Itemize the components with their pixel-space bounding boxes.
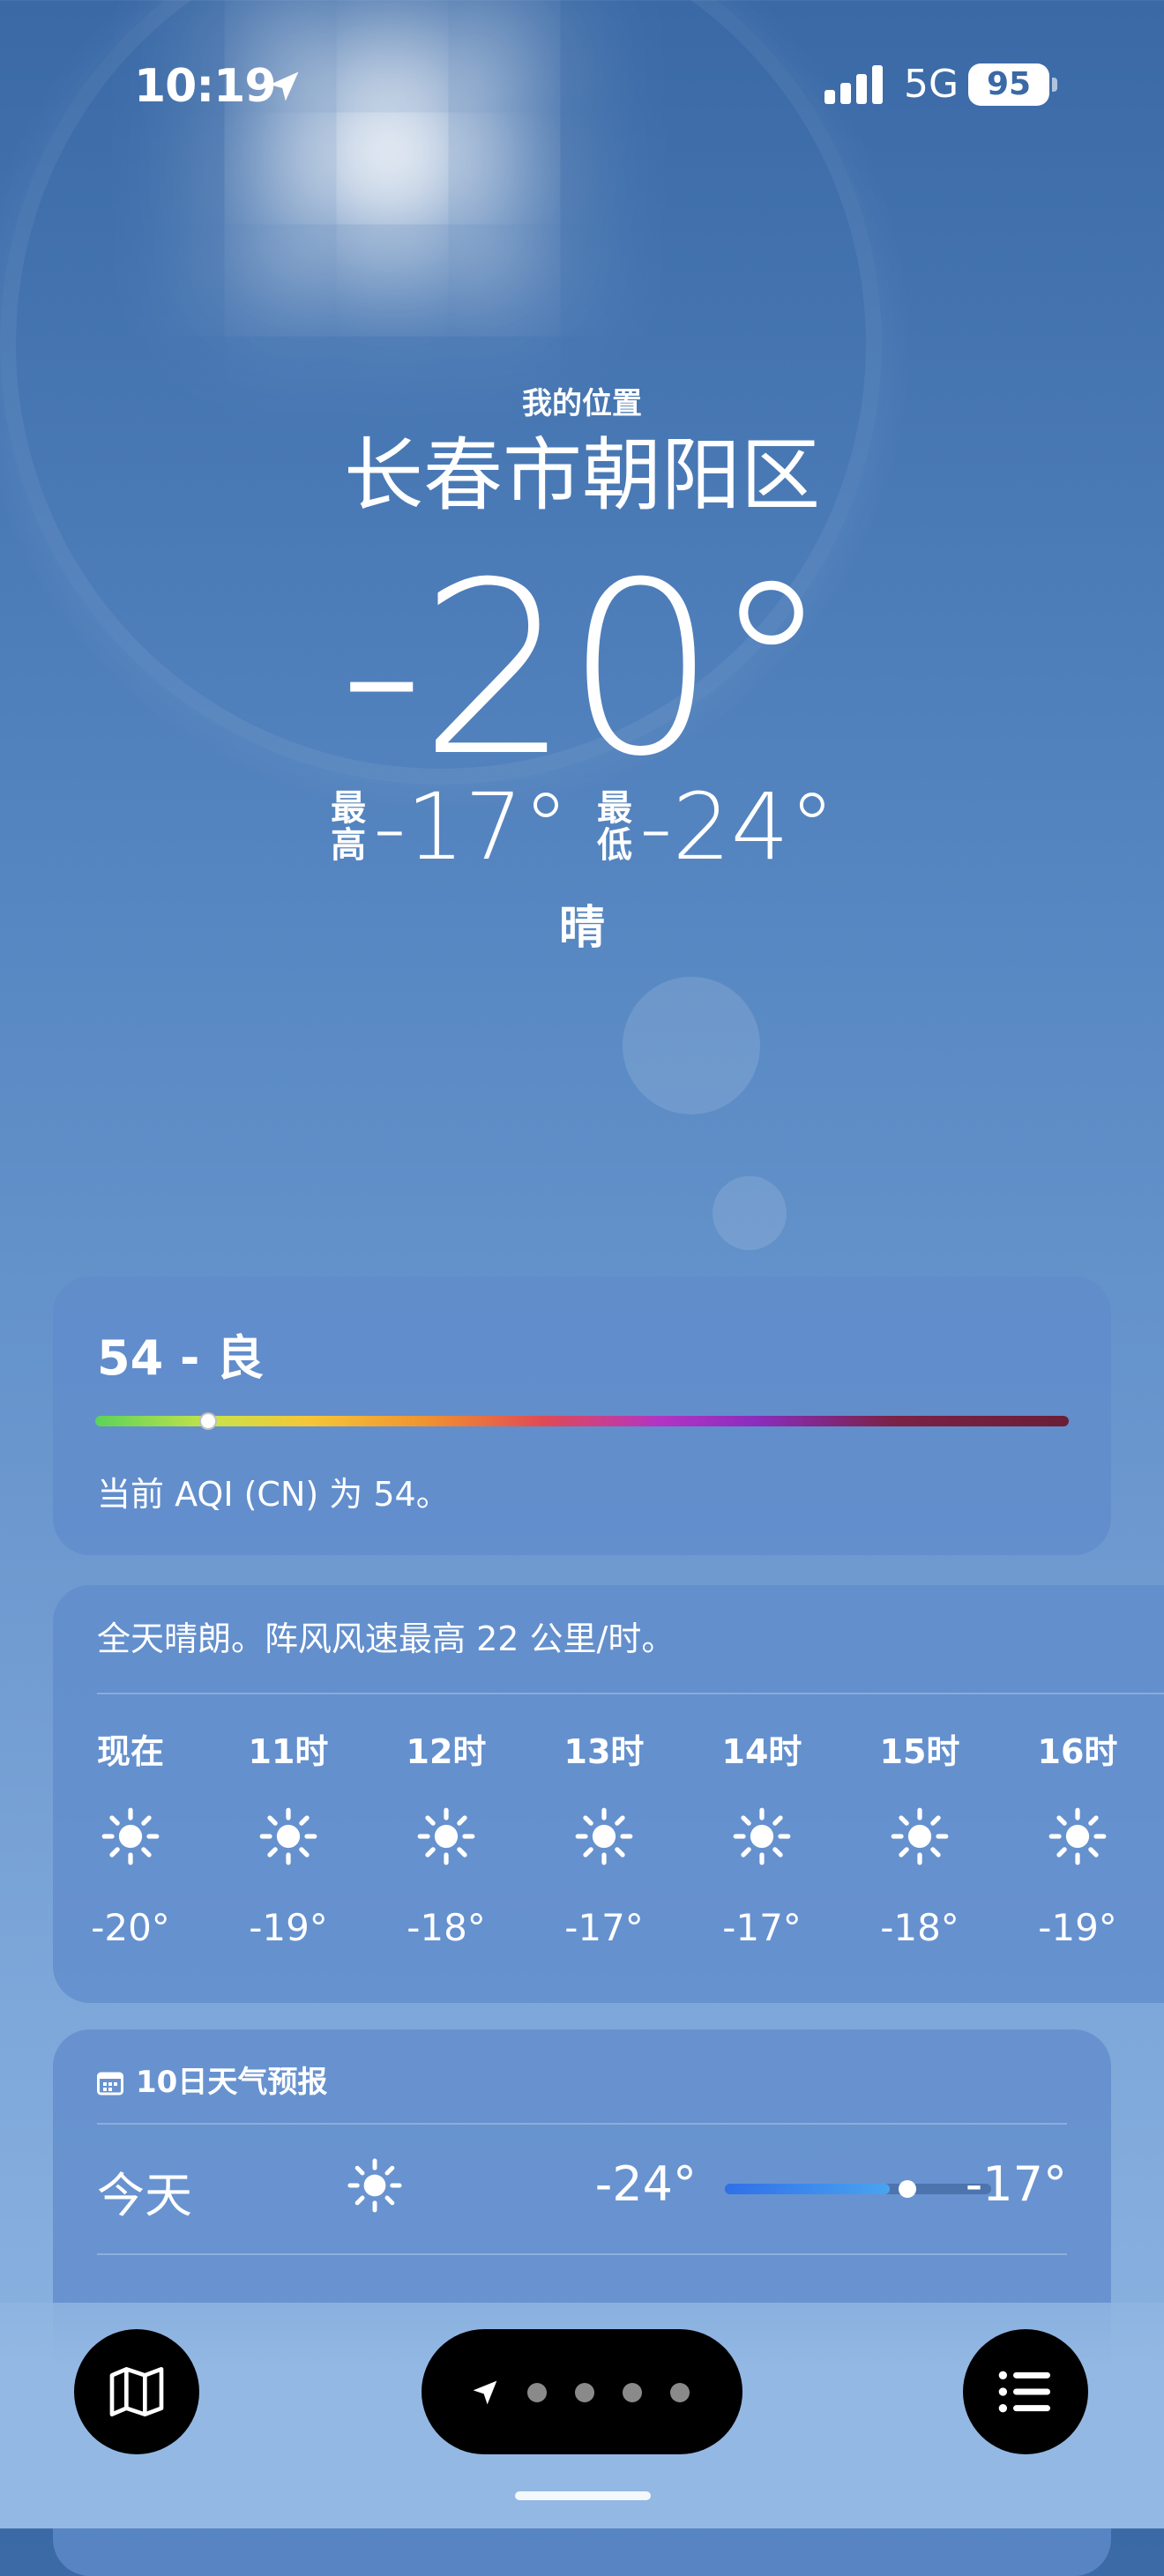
hour-item: 15时 -18° — [858, 1724, 981, 1949]
page-dot[interactable] — [527, 2383, 547, 2402]
status-bar: 10:19 5G 95 — [0, 60, 1164, 113]
hour-temp: -18° — [407, 1906, 486, 1949]
hour-label: 现在 — [96, 1732, 164, 1771]
status-time: 10:19 — [134, 60, 277, 113]
page-indicator[interactable] — [422, 2329, 742, 2454]
hour-temp: -17° — [564, 1906, 644, 1949]
battery-tip — [1052, 78, 1057, 92]
hour-temp: -17° — [722, 1906, 802, 1949]
sun-icon — [417, 1807, 475, 1865]
temp-range-fill — [725, 2184, 890, 2194]
hour-temp: -18° — [880, 1906, 959, 1949]
list-icon — [998, 2371, 1050, 2413]
sun-icon — [347, 2158, 402, 2213]
location-page-icon — [473, 2380, 497, 2405]
page-dot[interactable] — [575, 2383, 594, 2402]
battery-level: 95 — [986, 66, 1032, 102]
aqi-scale-bar — [95, 1416, 1069, 1426]
hour-temp: -20° — [91, 1906, 170, 1949]
lens-flare — [713, 1176, 787, 1250]
hour-item: 14时 -17° — [700, 1724, 824, 1949]
location-arrow-icon — [269, 71, 299, 101]
hour-temp: -19° — [249, 1906, 328, 1949]
divider — [97, 1693, 1164, 1694]
network-type: 5G — [904, 62, 959, 107]
divider — [97, 2123, 1067, 2125]
hour-label: 11时 — [248, 1732, 329, 1771]
air-quality-card[interactable]: 54 - 良 当前 AQI (CN) 为 54。 — [53, 1277, 1111, 1555]
hour-item: 12时 -18° — [384, 1724, 508, 1949]
hourly-forecast-card[interactable]: 全天晴朗。阵风风速最高 22 公里/时。 现在 -20° 11时 -19° 12时 -18… — [53, 1585, 1164, 2003]
sun-icon — [891, 1807, 949, 1865]
sun-icon — [259, 1807, 317, 1865]
ten-day-header: 10日天气预报 — [97, 2058, 327, 2101]
hour-label: 15时 — [879, 1732, 960, 1771]
day-label: 今天 — [97, 2168, 192, 2223]
map-icon — [109, 2367, 164, 2416]
battery-icon: 95 — [968, 63, 1049, 106]
aqi-description: 当前 AQI (CN) 为 54。 — [97, 1475, 450, 1514]
calendar-icon — [97, 2072, 123, 2096]
high-label: 最高 — [331, 787, 367, 866]
page-dot[interactable] — [623, 2383, 642, 2402]
high-low: 最高-17° 最低-24° — [0, 767, 1164, 880]
aqi-title: 54 - 良 — [97, 1330, 265, 1386]
location-header: 我的位置 长春市朝阳区 -20° 最高-17° 最低-24° 晴 — [0, 379, 1164, 955]
current-temperature: -20° — [339, 531, 831, 808]
low-temp: -24° — [639, 772, 835, 881]
hour-label: 14时 — [721, 1732, 802, 1771]
day-low: -24° — [594, 2156, 697, 2212]
sun-icon — [101, 1807, 160, 1865]
hour-item: 16时 -19° — [1016, 1724, 1139, 1949]
hour-temp: -19° — [1038, 1906, 1117, 1949]
page-dot[interactable] — [670, 2383, 690, 2402]
hourly-summary: 全天晴朗。阵风风速最高 22 公里/时。 — [97, 1619, 675, 1658]
day-row[interactable]: 今天 -24° -17° — [97, 2133, 1067, 2230]
ten-day-title: 10日天气预报 — [136, 2065, 328, 2100]
low-label: 最低 — [597, 787, 632, 866]
home-indicator — [515, 2491, 651, 2500]
aqi-indicator — [199, 1412, 217, 1430]
hour-label: 13时 — [563, 1732, 645, 1771]
sun-icon — [575, 1807, 633, 1865]
cellular-signal-icon — [824, 65, 883, 104]
weather-condition: 晴 — [558, 902, 605, 955]
hour-label: 12时 — [406, 1732, 487, 1771]
high-temp: -17° — [373, 772, 569, 881]
sun-icon — [1048, 1807, 1107, 1865]
hour-item: 13时 -17° — [542, 1724, 666, 1949]
list-button[interactable] — [963, 2329, 1088, 2454]
my-location-label: 我的位置 — [522, 386, 642, 421]
city-name: 长春市朝阳区 — [344, 429, 820, 522]
hour-label: 16时 — [1037, 1732, 1118, 1771]
hour-item: 现在 -20° — [69, 1724, 192, 1949]
divider — [97, 2253, 1067, 2255]
day-high: -17° — [965, 2156, 1067, 2212]
hour-item: 11时 -19° — [227, 1724, 350, 1949]
lens-flare — [623, 977, 760, 1114]
sun-icon — [733, 1807, 791, 1865]
map-button[interactable] — [74, 2329, 199, 2454]
